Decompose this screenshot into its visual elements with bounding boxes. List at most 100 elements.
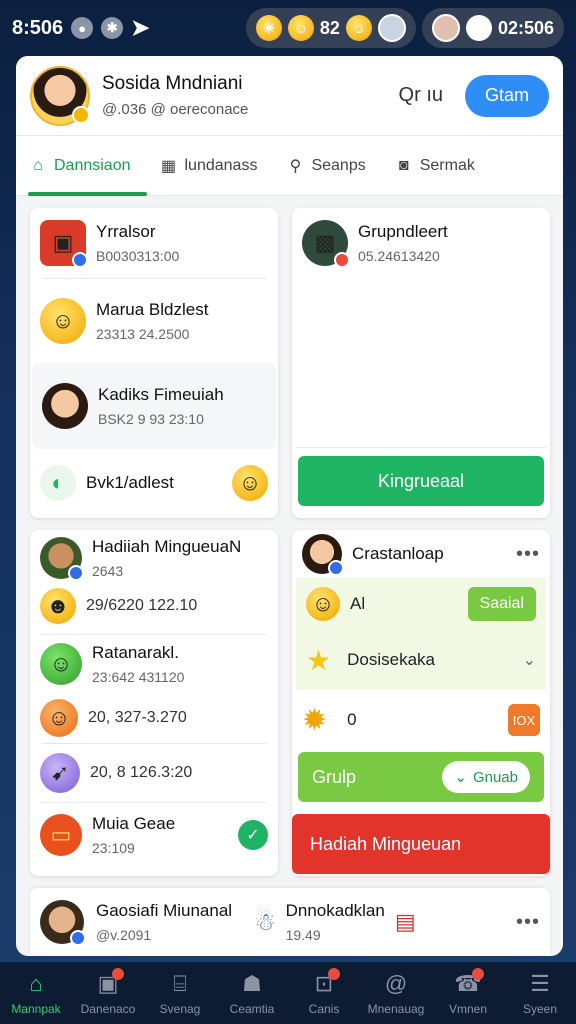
sun-icon: ☀ xyxy=(255,15,282,41)
badge-icon xyxy=(68,565,84,581)
profile-header: Sosida Mndniani @.036 @ oereconace Qr ıu… xyxy=(16,56,563,136)
item-title: Ratanarakl. xyxy=(92,643,179,662)
badge-icon xyxy=(328,560,344,576)
search-button[interactable]: Qr ıu xyxy=(399,84,443,107)
nav-label: Canis xyxy=(308,1002,340,1016)
item-sub: 19.49 xyxy=(285,927,321,943)
list-item[interactable]: ☺ 20, 327-3.270 xyxy=(30,693,278,743)
list-item[interactable]: ▣ Yrralsor B0030313:00 xyxy=(30,208,278,278)
lime-pill-button[interactable]: ⌄ Gnuab xyxy=(442,761,530,793)
item-title: Hadiiah MingueuaN xyxy=(92,537,242,556)
group-icon: ▩ xyxy=(302,220,350,268)
frog-icon: ☺ xyxy=(40,643,82,685)
status-pill-clock[interactable]: ☻ 02:506 xyxy=(421,8,564,48)
dropdown-row[interactable]: ★ Dosisekaka ⌄ xyxy=(296,630,546,690)
list-item[interactable]: ☺ Marua Bldzlest 23313 24.2500 xyxy=(30,279,278,363)
group-title: Grupndleert xyxy=(358,222,448,241)
item-sub: 20, 327-3.270 xyxy=(88,709,187,726)
group-header[interactable]: Crastanloap ••• xyxy=(292,530,550,578)
more-icon[interactable]: ••• xyxy=(516,911,540,934)
tab-camera[interactable]: ◙ Sermak xyxy=(394,136,475,196)
list-item[interactable]: Hadiiah MingueuaN 2643 xyxy=(30,530,278,586)
bag-icon: ▣ xyxy=(40,220,88,268)
item-title: Muia Geae xyxy=(92,814,176,833)
tab-label: Dannsiaon xyxy=(54,156,131,174)
rocket-icon: ➹ xyxy=(40,753,80,793)
list-item[interactable]: ◐ Bvk1/adlest ☺ xyxy=(30,449,278,517)
status-clock: 02:506 xyxy=(497,17,554,38)
status-bar: 8:506 ● ✱ ➤ ☀ ☺ 82 ☺ ☻ 02:506 xyxy=(0,0,576,56)
highlight-section: ☺ Al Saaial ★ Dosisekaka ⌄ xyxy=(296,578,546,690)
item-sub: BSK2 9 93 23:10 xyxy=(98,411,204,427)
character-icon: ☻ xyxy=(465,15,492,41)
list-item[interactable]: ☺ Al Saaial xyxy=(296,578,546,630)
orange-face-icon: ☺ xyxy=(40,699,78,737)
status-badge[interactable]: IOX xyxy=(508,704,540,736)
list-item-selected[interactable]: Kadiks Fimeuiah BSK2 9 93 23:10 xyxy=(32,363,276,449)
item-title: Bvk1/adlest xyxy=(86,473,174,492)
avatar[interactable] xyxy=(40,900,86,946)
empty-area xyxy=(296,278,546,448)
smile-icon: ☺ xyxy=(287,15,314,41)
menu-icon: ☰ xyxy=(530,971,550,996)
chevron-down-icon: ⌄ xyxy=(522,652,536,669)
avatar xyxy=(302,534,344,576)
person-icon: ☗ xyxy=(242,971,262,996)
tab-calendar[interactable]: ▦ lundanass xyxy=(159,136,258,196)
list-item[interactable]: ➹ 20, 8 126.3:20 xyxy=(30,744,278,802)
badge-icon xyxy=(70,930,86,946)
nav-item-chat[interactable]: ☎ Vmnen xyxy=(436,968,500,1016)
nav-item-menu[interactable]: ☰ Syeen xyxy=(508,970,572,1016)
profile-text: Sosida Mndniani @.036 @ oereconace xyxy=(102,73,248,118)
item-sub: @v.2091 xyxy=(96,927,152,943)
feed-item-left[interactable]: Gaosiafi Miunanal @v.2091 xyxy=(96,901,232,943)
tab-home[interactable]: ⌂ Dannsiaon xyxy=(28,136,146,196)
group-header[interactable]: ▩ Grupndleert 05.24613420 xyxy=(292,208,550,278)
smile-icon: ☺ xyxy=(345,15,372,41)
status-left: 8:506 ● ✱ ➤ xyxy=(12,15,150,41)
item-title: Dnnokadklan xyxy=(285,901,385,920)
chevron-down-icon: ⌄ xyxy=(454,769,467,786)
left-card-top: ▣ Yrralsor B0030313:00 ☺ Marua Bldzlest 23… xyxy=(30,208,278,518)
wallet-icon: ▭ xyxy=(40,814,82,856)
calendar-icon: ▦ xyxy=(160,157,177,175)
profile-avatar[interactable] xyxy=(30,65,90,126)
red-action-button[interactable]: Hadiah Mingueuan xyxy=(292,814,550,874)
settings-icon[interactable]: ✱ xyxy=(101,17,124,39)
green-action-button[interactable]: Kingrueaal xyxy=(298,456,544,506)
tab-profile[interactable]: ⚲ Seanps xyxy=(285,136,366,196)
camera-icon: ◙ xyxy=(398,156,409,174)
badge-icon xyxy=(72,105,90,124)
item-sub: 23:109 xyxy=(92,840,135,856)
lime-action-button[interactable]: Grulp ⌄ Gnuab xyxy=(298,752,544,802)
nav-item-home[interactable]: ⌂ Mannpak xyxy=(4,970,68,1016)
list-item[interactable]: ☻ 29/6220 122.10 xyxy=(30,586,278,626)
nav-item-store[interactable]: ⌸ Svenag xyxy=(148,970,212,1016)
home-icon: ⌂ xyxy=(29,971,43,996)
notification-dot xyxy=(328,968,340,980)
avatar xyxy=(40,537,84,581)
item-sub: 2643 xyxy=(92,563,124,579)
nav-item-bag[interactable]: ▣ Danenaco xyxy=(76,968,140,1016)
profile-icon: ⚲ xyxy=(289,157,302,175)
bottom-nav: ⌂ Mannpak ▣ Danenaco ⌸ Svenag ☗ Ceamtia … xyxy=(0,962,576,1024)
item-title: Marua Bldzlest xyxy=(96,300,209,319)
item-sub: 23:642 431120 xyxy=(92,669,185,685)
tab-label: Sermak xyxy=(419,156,475,174)
nav-item-person[interactable]: ☗ Ceamtia xyxy=(220,970,284,1016)
status-pill-reactions[interactable]: ☀ ☺ 82 ☺ xyxy=(245,8,416,48)
list-item[interactable]: ▭ Muia Geae 23:109 ✓ xyxy=(30,803,278,867)
share-icon[interactable]: ➤ xyxy=(131,15,149,41)
list-item[interactable]: ☺ Ratanarakl. 23:642 431120 xyxy=(30,635,278,693)
check-icon[interactable]: ✓ xyxy=(238,820,268,850)
more-icon[interactable]: ••• xyxy=(516,543,540,566)
nav-label: Danenaco xyxy=(80,1002,136,1016)
nav-item-cart[interactable]: ⊡ Canis xyxy=(292,968,356,1016)
feed-item-right[interactable]: Dnnokadklan 19.49 xyxy=(286,901,385,943)
list-item[interactable]: ✹ 0 IOX xyxy=(292,690,550,750)
primary-action-button[interactable]: Gtam xyxy=(465,74,549,117)
avatar xyxy=(42,383,88,429)
group-title: Crastanloap xyxy=(352,544,444,563)
select-button[interactable]: Saaial xyxy=(467,587,536,621)
nav-item-at[interactable]: @ Mnenauag xyxy=(364,970,428,1016)
